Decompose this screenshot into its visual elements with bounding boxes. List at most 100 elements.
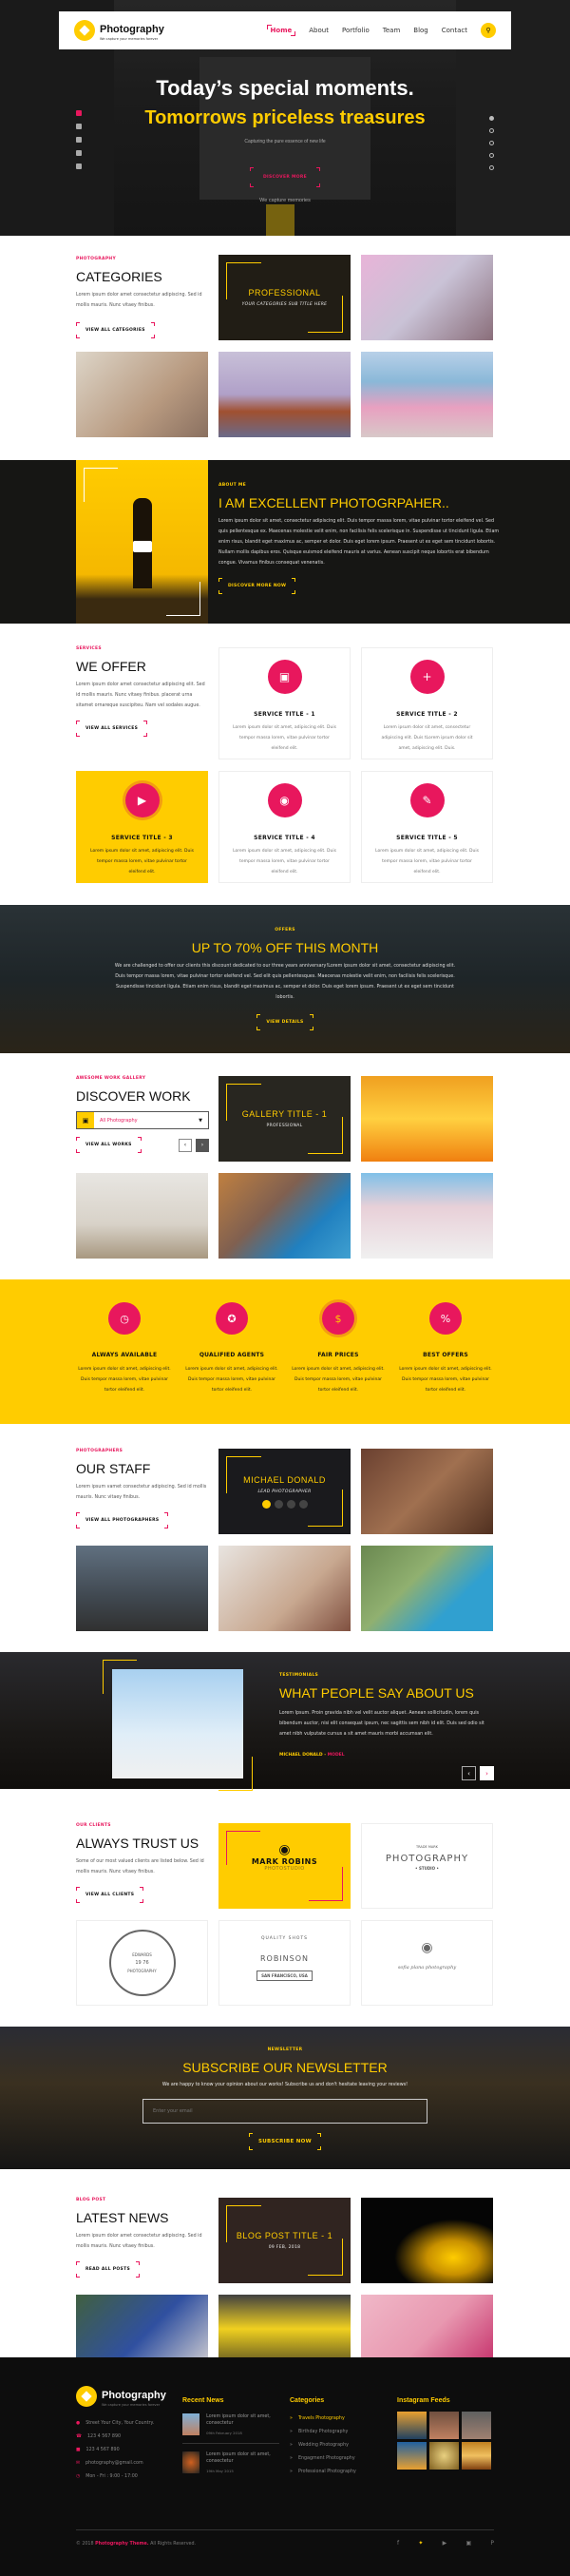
view-all-photographers-button[interactable]: VIEW ALL PHOTOGRAPHERS xyxy=(76,1512,169,1528)
discover-more-now-button[interactable]: DISCOVER MORE NOW xyxy=(218,578,296,594)
view-all-services-button[interactable]: VIEW ALL SERVICES xyxy=(76,721,148,737)
next-arrow-icon[interactable]: › xyxy=(480,1766,494,1780)
email-input[interactable] xyxy=(142,2099,428,2124)
category-tile-featured[interactable]: PROFESSIONAL YOUR CATEGORIES SUB TITLE H… xyxy=(218,255,351,340)
client-logo[interactable]: EDWARDS 19 76 PHOTOGRAPHY xyxy=(76,1920,208,2006)
client-logo[interactable]: TRADE MARK PHOTOGRAPHY • STUDIO • xyxy=(361,1823,493,1909)
gallery-tile[interactable] xyxy=(361,1173,493,1259)
view-all-works-button[interactable]: VIEW ALL WORKS xyxy=(76,1137,142,1153)
staff-tile[interactable] xyxy=(76,1546,208,1631)
service-card-highlighted[interactable]: ▶ SERVICE TITLE - 3 Lorem ipsum dolor si… xyxy=(76,771,208,883)
footer-category-link[interactable]: » Wedding Photography xyxy=(290,2438,385,2451)
prev-arrow-icon[interactable]: ‹ xyxy=(179,1138,192,1152)
testimonials-section: TESTIMONIALS WHAT PEOPLE SAY ABOUT US Lo… xyxy=(0,1652,570,1791)
section-title: LATEST NEWS xyxy=(76,2210,169,2225)
client-logo[interactable]: ◉ MARK ROBINS PHOTOSTUDIO xyxy=(218,1823,351,1909)
staff-tile[interactable] xyxy=(361,1546,493,1631)
service-card[interactable]: ◉ SERVICE TITLE - 4 Lorem ipsum dolor si… xyxy=(218,771,351,883)
hero-section: Photography We capture your memories for… xyxy=(0,0,570,236)
instagram-thumb[interactable] xyxy=(397,2442,427,2470)
slide-dot[interactable] xyxy=(489,153,494,158)
location-icon: ● xyxy=(76,2421,81,2426)
nav-blog[interactable]: Blog xyxy=(413,27,428,34)
footer-category-link[interactable]: » Birthday Photography xyxy=(290,2425,385,2438)
facebook-icon[interactable] xyxy=(76,110,82,116)
about-section: ABOUT ME I AM EXCELLENT PHOTOGRPAHER.. L… xyxy=(0,460,570,624)
service-card[interactable]: + SERVICE TITLE - 2 Lorem ipsum dolor si… xyxy=(361,647,493,759)
nav-contact[interactable]: Contact xyxy=(442,27,467,34)
play-video-icon[interactable] xyxy=(133,541,152,552)
contact-text[interactable]: photography@gmail.com xyxy=(86,2461,143,2466)
category-select[interactable]: ▣ All Photography ▼ xyxy=(76,1111,209,1129)
instagram-thumb[interactable] xyxy=(429,2412,459,2439)
staff-tile[interactable] xyxy=(361,1449,493,1534)
view-all-clients-button[interactable]: VIEW ALL CLIENTS xyxy=(76,1887,144,1903)
instagram-thumb[interactable] xyxy=(462,2442,491,2470)
instagram-thumb[interactable] xyxy=(397,2412,427,2439)
discover-more-button[interactable]: DISCOVER MORE xyxy=(250,167,320,187)
skype-icon[interactable] xyxy=(286,1499,295,1509)
category-tile[interactable] xyxy=(361,352,493,437)
section-title: OUR STAFF xyxy=(76,1461,151,1476)
youtube-icon[interactable]: ▶ xyxy=(443,2540,447,2547)
copyright-brand[interactable]: Photography Theme. xyxy=(95,2542,149,2547)
slide-dot[interactable] xyxy=(489,165,494,170)
facebook-icon[interactable] xyxy=(261,1499,271,1509)
service-text: Lorem ipsum dolor sit amet, consectetur … xyxy=(381,725,473,751)
search-icon[interactable]: ⚲ xyxy=(481,23,496,38)
nav-portfolio[interactable]: Portfolio xyxy=(342,27,370,34)
logo-icon[interactable] xyxy=(76,2386,97,2408)
view-details-button[interactable]: VIEW DETAILS xyxy=(256,1014,314,1030)
staff-tile[interactable] xyxy=(218,1546,351,1631)
client-logo[interactable]: QUALITY SHOTS ROBINSON SAN FRANCISCO, US… xyxy=(218,1920,351,2006)
nav-about[interactable]: About xyxy=(309,27,329,34)
gallery-tile-featured[interactable]: GALLERY TITLE - 1 PROFESSIONAL xyxy=(218,1076,351,1162)
next-arrow-icon[interactable]: › xyxy=(196,1138,209,1152)
nav-home[interactable]: Home xyxy=(266,25,296,36)
view-all-categories-button[interactable]: VIEW ALL CATEGORIES xyxy=(76,322,155,338)
subscribe-now-button[interactable]: SUBSCRIBE NOW xyxy=(248,2133,321,2150)
category-tile[interactable] xyxy=(76,352,208,437)
facebook-icon[interactable]: f xyxy=(397,2540,399,2547)
nav-team[interactable]: Team xyxy=(383,27,401,34)
blog-tile-featured[interactable]: BLOG POST TITLE - 1 09 FEB, 2018 xyxy=(218,2198,351,2283)
twitter-icon[interactable] xyxy=(274,1499,283,1509)
instagram-thumb[interactable] xyxy=(429,2442,459,2470)
select-value: All Photography xyxy=(100,1117,138,1124)
brand[interactable]: Photography We capture your memories for… xyxy=(100,20,164,42)
gallery-tile[interactable] xyxy=(361,1076,493,1162)
instagram-thumb[interactable] xyxy=(462,2412,491,2439)
prev-arrow-icon[interactable]: ‹ xyxy=(462,1766,476,1780)
instagram-icon[interactable] xyxy=(76,124,82,129)
linkedin-icon[interactable] xyxy=(298,1499,308,1509)
client-logo[interactable]: ◉ sofia plana photography xyxy=(361,1920,493,2006)
slide-dot[interactable] xyxy=(489,141,494,145)
footer-category-link[interactable]: » Engagment Photography xyxy=(290,2451,385,2465)
pinterest-icon[interactable]: P xyxy=(490,2540,494,2547)
recent-news-item[interactable]: Lorem ipsum dolor sit amet, consectetur 0… xyxy=(182,2413,279,2435)
service-card[interactable]: ▣ SERVICE TITLE - 1 Lorem ipsum dolor si… xyxy=(218,647,351,759)
contact-fax: ■ 123 4 567 890 xyxy=(76,2444,190,2457)
logo-icon[interactable] xyxy=(74,20,95,41)
linkedin-icon[interactable] xyxy=(76,137,82,143)
service-card[interactable]: ✎ SERVICE TITLE - 5 Lorem ipsum dolor si… xyxy=(361,771,493,883)
category-tile[interactable] xyxy=(218,352,351,437)
youtube-icon[interactable] xyxy=(76,163,82,169)
feature-item: $ FAIR PRICES Lorem ipsum dolor sit amet… xyxy=(291,1302,386,1395)
slide-dot[interactable] xyxy=(489,128,494,133)
slide-dot[interactable] xyxy=(489,116,494,121)
category-tile[interactable] xyxy=(361,255,493,340)
footer-category-link[interactable]: » Professional Photography xyxy=(290,2465,385,2478)
twitter-icon[interactable] xyxy=(76,150,82,156)
footer-category-link[interactable]: » Travels Photography xyxy=(290,2412,385,2425)
gallery-tile[interactable] xyxy=(218,1173,351,1259)
twitter-icon[interactable]: ✦ xyxy=(418,2540,423,2547)
recent-news-item[interactable]: Lorem ipsum dolor sit amet, consectetur 1… xyxy=(182,2451,279,2473)
staff-tile-featured[interactable]: MICHAEL DONALD LEAD PHOTOGRAPHER xyxy=(218,1449,351,1534)
blog-tile[interactable] xyxy=(361,2198,493,2283)
link-label: Travels Photography xyxy=(297,2415,345,2421)
instagram-icon[interactable]: ▣ xyxy=(466,2540,471,2547)
footer-divider xyxy=(76,2529,494,2530)
gallery-tile[interactable] xyxy=(76,1173,208,1259)
read-all-posts-button[interactable]: READ ALL POSTS xyxy=(76,2261,140,2278)
